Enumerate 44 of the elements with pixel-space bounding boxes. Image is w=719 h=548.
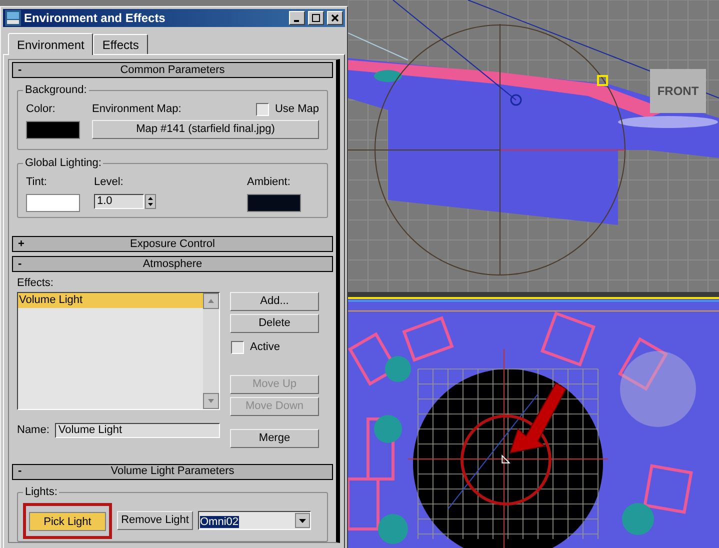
level-input[interactable]: 1.0 xyxy=(94,194,144,208)
field-label: Ambient: xyxy=(247,175,292,190)
minimize-button[interactable] xyxy=(289,11,305,25)
tab[interactable]: Environment xyxy=(8,33,94,55)
checkbox-label: Use Map xyxy=(274,102,319,117)
color-swatch[interactable] xyxy=(26,120,80,138)
color-swatch[interactable] xyxy=(26,194,80,212)
name-input[interactable]: Volume Light xyxy=(55,422,220,438)
maximize-button[interactable] xyxy=(308,11,324,25)
field-label: Tint: xyxy=(26,175,48,190)
field-label: Color: xyxy=(26,102,56,117)
field-label: Effects: xyxy=(17,276,54,290)
rollout-header[interactable]: - Volume Light Parameters xyxy=(12,464,333,480)
window-title: Environment and Effects xyxy=(24,10,166,27)
view-cube-label: FRONT xyxy=(657,83,699,100)
maximize-icon xyxy=(312,14,320,22)
light-dropdown[interactable]: Omni02 xyxy=(198,511,311,530)
checkbox[interactable] xyxy=(231,340,244,354)
field-label: Environment Map: xyxy=(92,102,182,117)
button[interactable]: Add... xyxy=(230,292,319,311)
tab[interactable]: Effects xyxy=(93,34,148,54)
app-icon xyxy=(5,10,21,26)
spinner-icon[interactable] xyxy=(145,194,156,208)
rollout-header[interactable]: + Exposure Control xyxy=(12,236,333,252)
rollout-header[interactable]: - Atmosphere xyxy=(12,256,333,272)
group-label: Lights: xyxy=(23,484,60,498)
close-icon xyxy=(331,14,339,22)
dropdown-value: Omni02 xyxy=(200,516,239,528)
close-button[interactable] xyxy=(327,11,343,25)
field-label: Name: xyxy=(17,423,50,438)
group-label: Global Lighting: xyxy=(23,156,104,170)
rollout-header[interactable]: - Common Parameters xyxy=(12,62,333,78)
group-label: Background: xyxy=(23,83,89,97)
view-cube[interactable]: FRONT xyxy=(650,69,706,113)
button[interactable]: Merge xyxy=(230,428,319,448)
pick-light-button[interactable]: Pick Light xyxy=(29,512,106,532)
button[interactable]: Map #141 (starfield final.jpg) xyxy=(92,120,319,138)
button[interactable]: Delete xyxy=(230,314,319,333)
checkbox[interactable] xyxy=(256,102,269,116)
field-label: Level: xyxy=(94,175,124,190)
checkbox-label: Active xyxy=(250,340,280,355)
color-swatch[interactable] xyxy=(247,194,301,212)
button[interactable]: Remove Light xyxy=(117,511,193,530)
list-item[interactable]: Volume Light xyxy=(18,293,203,308)
